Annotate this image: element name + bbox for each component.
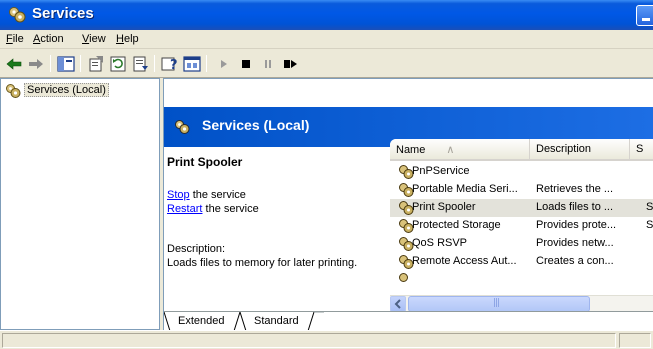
row-name: Print Spooler: [412, 201, 476, 213]
toolbar-separator: [80, 55, 81, 72]
table-row[interactable]: QoS RSVP Provides netw...: [390, 235, 653, 253]
back-arrow-icon[interactable]: [4, 54, 24, 74]
status-cell: [619, 333, 651, 348]
column-header-name[interactable]: Name ∧: [390, 139, 530, 161]
menu-file[interactable]: File: [6, 33, 24, 45]
table-row[interactable]: Portable Media Seri... Retrieves the ...: [390, 181, 653, 199]
forward-arrow-icon[interactable]: [26, 54, 46, 74]
row-description: Creates a con...: [536, 255, 614, 267]
row-name: QoS RSVP: [412, 237, 468, 249]
horizontal-scrollbar[interactable]: [390, 295, 653, 312]
refresh-icon[interactable]: [108, 54, 128, 74]
row-name: Protected Storage: [412, 219, 501, 231]
window-title: Services: [32, 5, 94, 22]
start-service-icon[interactable]: [214, 54, 234, 74]
tab-standard[interactable]: Standard: [240, 312, 307, 331]
row-name: Remote Access Aut...: [412, 255, 517, 267]
console-icon[interactable]: [182, 54, 202, 74]
stop-service-suffix: the service: [189, 189, 246, 201]
scroll-thumb[interactable]: [408, 296, 590, 312]
column-header-description[interactable]: Description: [530, 139, 630, 161]
toolbar-separator: [50, 55, 51, 72]
restart-service-icon[interactable]: [280, 54, 300, 74]
row-status: S: [646, 201, 653, 213]
gears-icon: [175, 120, 190, 134]
minimize-button[interactable]: [636, 5, 653, 26]
menu-action[interactable]: Action: [33, 33, 64, 45]
tree-item-label: Services (Local): [24, 83, 109, 97]
row-status: S: [646, 219, 653, 231]
main-content: Services (Local) Services (Local) Print …: [0, 78, 653, 332]
tab-extended[interactable]: Extended: [164, 312, 232, 331]
menu-help[interactable]: Help: [116, 33, 139, 45]
help-icon[interactable]: ?: [160, 54, 180, 74]
gears-icon: [6, 84, 21, 98]
table-row-selected[interactable]: Print Spooler Loads files to ... S: [390, 199, 653, 217]
table-row[interactable]: PnPService: [390, 163, 653, 181]
sort-ascending-icon: ∧: [446, 144, 455, 156]
status-bar: [0, 330, 653, 349]
restart-service-line: Restart the service: [167, 203, 259, 215]
toolbar: ?: [0, 50, 653, 78]
services-pane: Services (Local) Print Spooler Stop the …: [163, 78, 653, 332]
row-name: Portable Media Seri...: [412, 183, 518, 195]
title-bar[interactable]: Services: [0, 0, 653, 30]
description-label: Description:: [167, 243, 226, 255]
menu-bar: File Action View Help: [0, 30, 653, 49]
row-description: Provides prote...: [536, 219, 617, 231]
list-header: Name ∧ Description S: [390, 139, 653, 161]
table-row[interactable]: Protected Storage Provides prote... S: [390, 217, 653, 235]
stop-service-icon[interactable]: [236, 54, 256, 74]
view-tabs: Extended Standard: [164, 311, 653, 332]
export-list-icon[interactable]: [130, 54, 150, 74]
toolbar-separator: [154, 55, 155, 72]
svg-text:?: ?: [170, 58, 178, 73]
toolbar-separator: [206, 55, 207, 72]
stop-service-link[interactable]: Stop: [167, 189, 190, 201]
column-header-status[interactable]: S: [630, 139, 653, 161]
restart-service-suffix: the service: [202, 203, 259, 215]
status-cell: [2, 333, 616, 348]
pause-service-icon[interactable]: [258, 54, 278, 74]
page-title: Services (Local): [202, 117, 310, 133]
column-header-label: S: [636, 143, 644, 155]
column-header-label: Description: [536, 143, 592, 155]
chevron-left-icon: [394, 299, 401, 309]
row-description: Retrieves the ...: [536, 183, 614, 195]
row-description: Provides netw...: [536, 237, 614, 249]
description-text: Loads files to memory for later printing…: [167, 257, 358, 269]
table-row[interactable]: Remote Access Aut... Creates a con...: [390, 253, 653, 271]
stop-service-line: Stop the service: [167, 189, 246, 201]
row-description: Loads files to ...: [536, 201, 614, 213]
description-panel: Print Spooler Stop the service Restart t…: [164, 147, 384, 311]
column-header-label: Name: [396, 144, 426, 156]
console-tree[interactable]: Services (Local): [0, 78, 160, 330]
properties-icon[interactable]: [86, 54, 106, 74]
show-hide-console-tree-icon[interactable]: [56, 54, 76, 74]
services-list[interactable]: Name ∧ Description S PnPService Portable…: [390, 139, 653, 295]
scroll-left-button[interactable]: [390, 296, 406, 312]
restart-service-link[interactable]: Restart: [167, 203, 202, 215]
service-name: Print Spooler: [167, 155, 243, 169]
menu-view[interactable]: View: [82, 33, 106, 45]
row-name: PnPService: [412, 165, 470, 177]
service-gear-icon: [399, 273, 408, 282]
gears-icon: [9, 7, 26, 23]
